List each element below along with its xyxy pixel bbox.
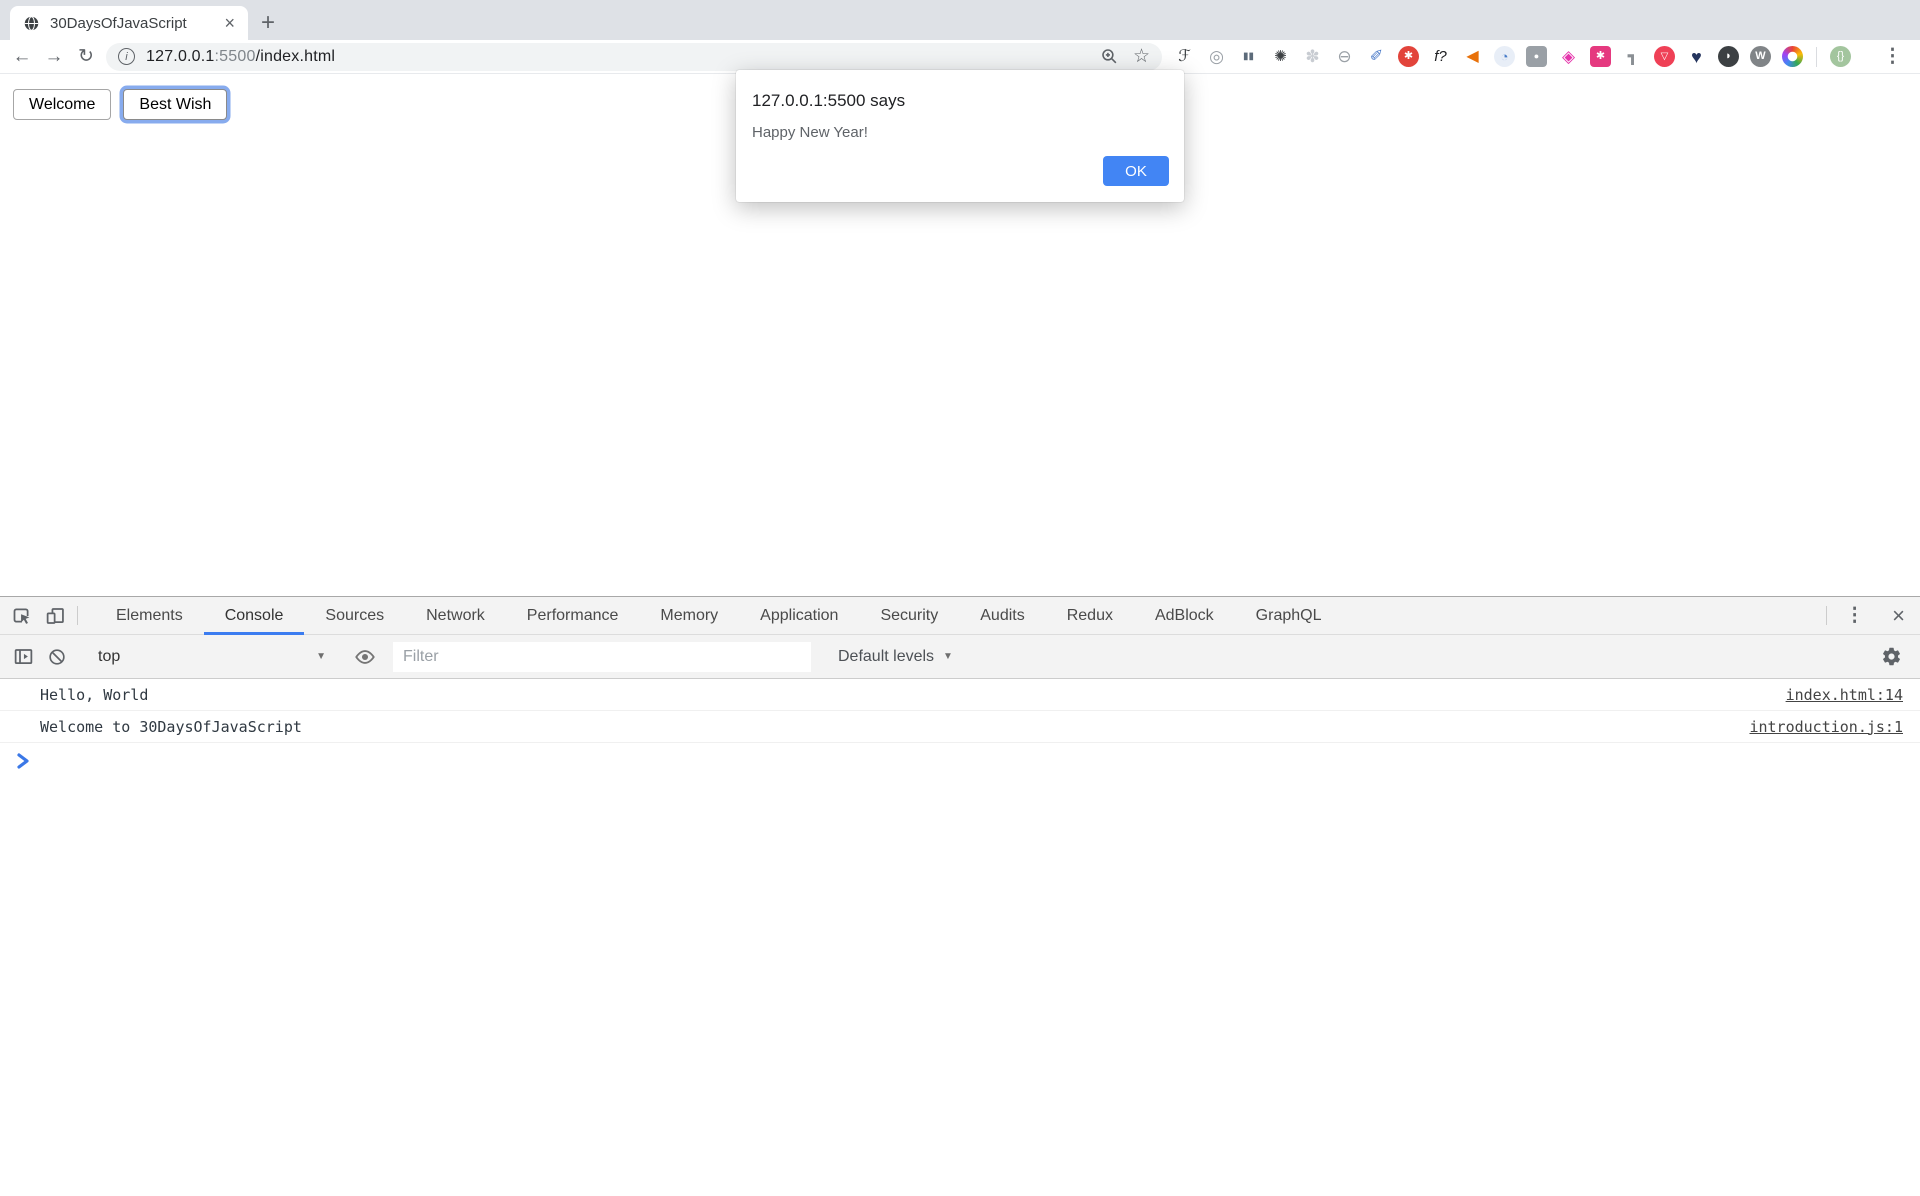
devtools-tab-performance[interactable]: Performance [506, 597, 640, 634]
log-levels-dropdown[interactable]: Default levels ▼ [838, 648, 953, 666]
forward-icon[interactable]: → [38, 47, 70, 66]
bookmark-star-icon[interactable]: ☆ [1133, 47, 1150, 66]
devtools-tab-audits[interactable]: Audits [959, 597, 1045, 634]
devtools-divider [77, 606, 78, 625]
settings-gear-icon[interactable] [1874, 646, 1908, 667]
devtools-tab-elements[interactable]: Elements [95, 597, 204, 634]
devtools-tab-application[interactable]: Application [739, 597, 859, 634]
devtools-tabbar-right: ⋮ × [1821, 597, 1920, 634]
browser-tab[interactable]: 30DaysOfJavaScript × [10, 6, 248, 40]
console-message-text: Hello, World [40, 686, 148, 704]
reload-icon[interactable]: ↻ [70, 47, 102, 66]
console-message-row: Hello, World index.html:14 [0, 679, 1920, 711]
devtools-tab-adblock[interactable]: AdBlock [1134, 597, 1235, 634]
devtools-menu-kebab-icon[interactable]: ⋮ [1832, 597, 1877, 634]
inspect-element-icon[interactable] [4, 597, 38, 634]
best-wish-button[interactable]: Best Wish [123, 89, 227, 120]
execution-context-selector[interactable]: top ▼ [85, 642, 337, 672]
console-filter-input[interactable] [393, 642, 811, 672]
devtools-tab-graphql[interactable]: GraphQL [1235, 597, 1343, 634]
swirl-extension-icon[interactable]: ◔ [1494, 46, 1515, 67]
devtools-tab-security[interactable]: Security [859, 597, 959, 634]
devtools-tab-redux[interactable]: Redux [1046, 597, 1134, 634]
camera-extension-icon[interactable]: ● [1526, 46, 1547, 67]
live-expression-eye-icon[interactable] [348, 646, 382, 668]
pocket-extension-icon[interactable]: ▽ [1654, 46, 1675, 67]
corner-arrow-extension-icon[interactable]: ┓ [1622, 46, 1643, 67]
devtools-tabs: ElementsConsoleSourcesNetworkPerformance… [95, 597, 1342, 634]
chrome-menu-kebab-icon[interactable]: ⋮ [1875, 45, 1910, 68]
color-ring-extension-icon[interactable] [1782, 46, 1803, 67]
split-bars-extension-icon[interactable]: ▮▮ [1238, 46, 1259, 67]
new-tab-button[interactable]: + [248, 6, 288, 40]
devtools-tab-bar: ElementsConsoleSourcesNetworkPerformance… [0, 597, 1920, 635]
clear-console-icon[interactable] [40, 647, 74, 667]
url-path: /index.html [256, 48, 336, 65]
alert-ok-button[interactable]: OK [1103, 156, 1169, 186]
console-message-text: Welcome to 30DaysOfJavaScript [40, 718, 302, 736]
devtools-close-icon[interactable]: × [1877, 597, 1920, 634]
flower-extension-icon[interactable]: ✽ [1302, 46, 1323, 67]
radar-extension-icon[interactable]: ◎ [1206, 46, 1227, 67]
graphql-extension-icon[interactable]: ◈ [1558, 46, 1579, 67]
alert-dialog: 127.0.0.1:5500 says Happy New Year! OK [736, 70, 1184, 202]
tab-strip: 30DaysOfJavaScript × + [0, 0, 1920, 40]
url-host: 127.0.0.1 [146, 48, 215, 65]
back-icon[interactable]: ← [6, 47, 38, 66]
levels-label: Default levels [838, 648, 934, 666]
devtools-tab-sources[interactable]: Sources [304, 597, 405, 634]
tab-close-icon[interactable]: × [221, 14, 238, 32]
alert-dialog-message: Happy New Year! [752, 124, 1168, 141]
browser-window: { "browser": { "tab_title": "30DaysOfJav… [0, 0, 1920, 1196]
devtools-divider [1826, 606, 1827, 625]
console-sidebar-icon[interactable] [6, 646, 40, 667]
chevron-down-icon: ▼ [943, 651, 953, 662]
page-favicon-globe-icon [23, 15, 40, 32]
json-brackets-extension-icon[interactable]: {} [1830, 46, 1851, 67]
url-port: :5500 [215, 48, 256, 65]
browser-toolbar: ← → ↻ i 127.0.0.1:5500/index.html ☆ ℱ ◎ ▮▮… [0, 40, 1920, 74]
url-omnibox[interactable]: i 127.0.0.1:5500/index.html ☆ [106, 43, 1162, 71]
devtools-tab-console[interactable]: Console [204, 597, 305, 634]
fonts-help-extension-icon[interactable]: f? [1430, 46, 1451, 67]
tab-title: 30DaysOfJavaScript [50, 15, 211, 32]
console-source-link[interactable]: index.html:14 [1786, 686, 1903, 704]
console-source-link[interactable]: introduction.js:1 [1749, 718, 1903, 736]
url-text: 127.0.0.1:5500/index.html [146, 48, 335, 66]
console-toolbar: top ▼ Default levels ▼ [0, 635, 1920, 679]
page-zoom-icon[interactable] [1100, 47, 1119, 66]
context-label: top [98, 648, 120, 666]
chevron-down-icon: ▼ [316, 651, 326, 662]
w-circle-extension-icon[interactable]: W [1750, 46, 1771, 67]
console-rows: Hello, World index.html:14 Welcome to 30Da… [0, 679, 1920, 743]
extensions-divider [1816, 47, 1817, 67]
gear-square-extension-icon[interactable]: ✱ [1590, 46, 1611, 67]
welcome-button[interactable]: Welcome [13, 89, 111, 120]
devtools-tab-network[interactable]: Network [405, 597, 506, 634]
heart-lens-extension-icon[interactable]: ♥ [1686, 46, 1707, 67]
console-message-row: Welcome to 30DaysOfJavaScript introductio… [0, 711, 1920, 743]
eyedropper-extension-icon[interactable]: ✐ [1366, 46, 1387, 67]
script-f-extension-icon[interactable]: ℱ [1174, 46, 1195, 67]
console-prompt-chevron-icon [16, 753, 30, 769]
megaphone-extension-icon[interactable]: ◀ [1462, 46, 1483, 67]
devtools-panel: ElementsConsoleSourcesNetworkPerformance… [0, 596, 1920, 1196]
console-output: Hello, World index.html:14 Welcome to 30Da… [0, 679, 1920, 1196]
bug-extension-icon[interactable]: ✺ [1270, 46, 1291, 67]
pie-extension-icon[interactable]: ◗ [1718, 46, 1739, 67]
device-toolbar-icon[interactable] [38, 597, 72, 634]
red-hand-extension-icon[interactable]: ✱ [1398, 46, 1419, 67]
devtools-tab-memory[interactable]: Memory [639, 597, 739, 634]
circle-minus-extension-icon[interactable]: ⊖ [1334, 46, 1355, 67]
alert-dialog-title: 127.0.0.1:5500 says [752, 91, 1168, 111]
extensions-bar: ℱ ◎ ▮▮ ✺ ✽ ⊖ ✐ ✱ f? ◀ ◔ ● ◈ ✱ ┓ ▽ ♥ ◗ W {} [1174, 46, 1871, 67]
page-info-icon[interactable]: i [118, 48, 135, 65]
console-prompt[interactable] [0, 743, 1920, 769]
